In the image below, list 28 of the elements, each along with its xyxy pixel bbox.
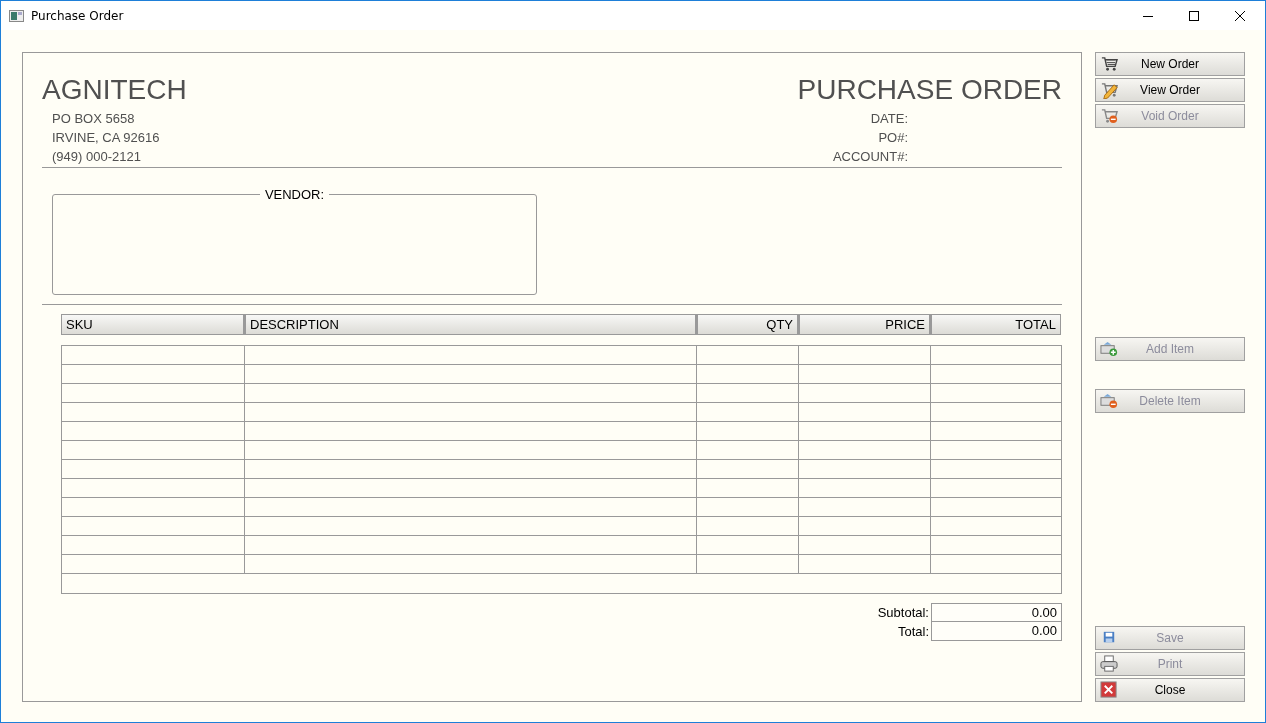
- column-header[interactable]: SKU: [61, 314, 244, 335]
- order-button[interactable]: Close: [1095, 678, 1245, 702]
- total-label: Total:: [896, 623, 930, 641]
- address-line: (949) 000-2121: [52, 148, 141, 166]
- total-label: Subtotal:: [877, 604, 930, 622]
- column-header[interactable]: DESCRIPTION: [244, 314, 696, 335]
- total-field: 0.00: [931, 622, 1062, 641]
- document-title: PURCHASE ORDER: [797, 75, 1062, 105]
- app-icon: [9, 9, 24, 22]
- cart-remove-icon: [1100, 107, 1118, 125]
- address-line: PO BOX 5658: [52, 110, 135, 128]
- column-header[interactable]: PRICE: [798, 314, 930, 335]
- window-title: Purchase Order: [31, 8, 124, 23]
- close-icon: [1100, 681, 1118, 699]
- column-header[interactable]: QTY: [696, 314, 798, 335]
- field-label: ACCOUNT#:: [832, 148, 908, 166]
- company-name: AGNITECH: [42, 75, 187, 105]
- printer-icon: [1100, 655, 1118, 673]
- cart-pencil-icon: [1100, 81, 1118, 99]
- cart-icon: [1100, 55, 1118, 73]
- total-field: 0.00: [931, 603, 1062, 622]
- column-header[interactable]: TOTAL: [930, 314, 1061, 335]
- field-label: DATE:: [869, 110, 908, 128]
- order-button[interactable]: View Order: [1095, 78, 1245, 102]
- vendor-label: VENDOR:: [263, 187, 326, 202]
- field-label: PO#:: [877, 129, 908, 147]
- order-button[interactable]: New Order: [1095, 52, 1245, 76]
- address-line: IRVINE, CA 92616: [52, 129, 160, 147]
